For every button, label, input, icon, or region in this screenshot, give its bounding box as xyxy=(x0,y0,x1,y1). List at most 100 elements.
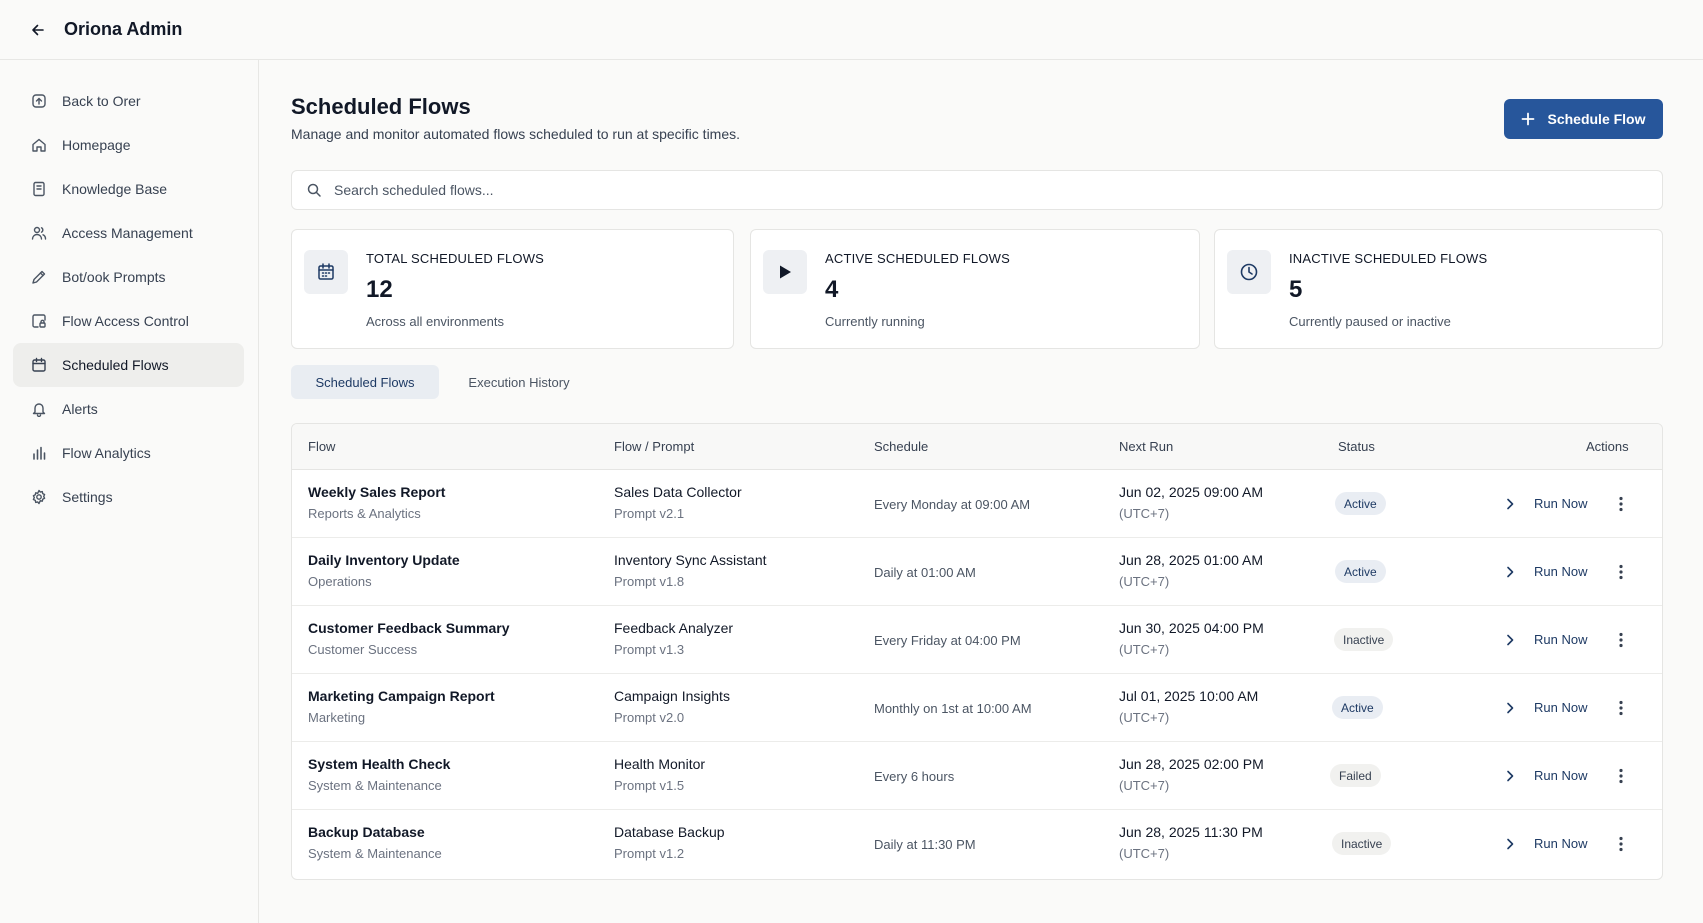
status-badge: Active xyxy=(1332,696,1383,719)
next-run-timezone: (UTC+7) xyxy=(1119,710,1170,725)
more-options-icon[interactable] xyxy=(1616,766,1626,786)
prompt-version: Prompt v1.5 xyxy=(614,778,685,793)
next-run-timezone: (UTC+7) xyxy=(1119,574,1170,589)
column-header-actions: Actions xyxy=(1586,439,1629,454)
status-badge: Active xyxy=(1335,492,1386,515)
tab-execution-history[interactable]: Execution History xyxy=(447,365,591,399)
prompt-version: Prompt v1.3 xyxy=(614,642,685,657)
sidebar: Back to Orer Homepage Knowledge Base Acc… xyxy=(0,60,259,923)
gear-icon xyxy=(30,488,48,506)
column-header-flow: Flow xyxy=(308,439,336,454)
column-header-next-run: Next Run xyxy=(1119,439,1174,454)
calendar-icon xyxy=(304,250,348,294)
chevron-right-icon[interactable] xyxy=(1502,563,1518,581)
top-bar: Oriona Admin xyxy=(0,0,1703,60)
run-now-button[interactable]: Run Now xyxy=(1534,768,1587,783)
schedule-flow-button[interactable]: Schedule Flow xyxy=(1504,99,1663,139)
stat-label: ACTIVE SCHEDULED FLOWS xyxy=(825,251,1010,266)
sidebar-item-flow-analytics[interactable]: Flow Analytics xyxy=(13,431,244,475)
column-header-status: Status xyxy=(1338,439,1375,454)
more-options-icon[interactable] xyxy=(1616,562,1626,582)
sidebar-item-label: Bot/ook Prompts xyxy=(62,269,166,285)
back-arrow-icon[interactable] xyxy=(28,20,48,40)
more-options-icon[interactable] xyxy=(1616,834,1626,854)
sidebar-item-flow-access-control[interactable]: Flow Access Control xyxy=(13,299,244,343)
sidebar-item-prompts[interactable]: Bot/ook Prompts xyxy=(13,255,244,299)
page-title: Scheduled Flows xyxy=(291,94,471,119)
more-options-icon[interactable] xyxy=(1616,630,1626,650)
next-run-timezone: (UTC+7) xyxy=(1119,846,1170,861)
chevron-right-icon[interactable] xyxy=(1502,835,1518,853)
flow-category: Reports & Analytics xyxy=(308,506,421,521)
next-run-date: Jun 30, 2025 04:00 PM xyxy=(1119,620,1264,636)
flow-category: System & Maintenance xyxy=(308,778,442,793)
sidebar-item-scheduled-flows[interactable]: Scheduled Flows xyxy=(13,343,244,387)
schedule-text: Daily at 01:00 AM xyxy=(874,565,976,580)
prompt-version: Prompt v2.0 xyxy=(614,710,685,725)
run-now-button[interactable]: Run Now xyxy=(1534,496,1587,511)
sidebar-item-back[interactable]: Back to Orer xyxy=(13,79,244,123)
stat-card-total: TOTAL SCHEDULED FLOWS 12 Across all envi… xyxy=(291,229,734,349)
run-now-button[interactable]: Run Now xyxy=(1534,700,1587,715)
run-now-button[interactable]: Run Now xyxy=(1534,836,1587,851)
sidebar-item-alerts[interactable]: Alerts xyxy=(13,387,244,431)
prompt-name: Sales Data Collector xyxy=(614,484,742,500)
back-box-icon xyxy=(30,92,48,110)
run-now-button[interactable]: Run Now xyxy=(1534,632,1587,647)
more-options-icon[interactable] xyxy=(1616,698,1626,718)
flow-name: System Health Check xyxy=(308,756,451,772)
stat-value: 5 xyxy=(1289,276,1303,303)
flow-lock-icon xyxy=(30,312,48,330)
stat-card-active: ACTIVE SCHEDULED FLOWS 4 Currently runni… xyxy=(750,229,1200,349)
status-badge: Failed xyxy=(1330,764,1381,787)
sidebar-item-homepage[interactable]: Homepage xyxy=(13,123,244,167)
schedule-text: Daily at 11:30 PM xyxy=(874,837,976,852)
tab-scheduled-flows[interactable]: Scheduled Flows xyxy=(291,365,439,399)
chevron-right-icon[interactable] xyxy=(1502,767,1518,785)
table-header: Flow Flow / Prompt Schedule Next Run Sta… xyxy=(292,424,1662,470)
table-row: Weekly Sales Report Reports & Analytics … xyxy=(292,470,1662,538)
column-header-flow-prompt: Flow / Prompt xyxy=(614,439,695,454)
chevron-right-icon[interactable] xyxy=(1502,631,1518,649)
stat-description: Across all environments xyxy=(366,314,504,329)
pen-icon xyxy=(30,268,48,286)
sidebar-item-knowledge-base[interactable]: Knowledge Base xyxy=(13,167,244,211)
prompt-name: Inventory Sync Assistant xyxy=(614,552,767,568)
flow-category: Marketing xyxy=(308,710,366,725)
play-icon xyxy=(763,250,807,294)
next-run-date: Jun 28, 2025 11:30 PM xyxy=(1119,824,1263,840)
sidebar-item-label: Settings xyxy=(62,489,113,505)
sidebar-item-label: Knowledge Base xyxy=(62,181,168,197)
search-input[interactable] xyxy=(334,182,1634,198)
page-subtitle: Manage and monitor automated flows sched… xyxy=(291,126,741,142)
table-row: Marketing Campaign Report Marketing Camp… xyxy=(292,674,1662,742)
prompt-name: Campaign Insights xyxy=(614,688,730,704)
next-run-timezone: (UTC+7) xyxy=(1119,506,1170,521)
column-header-schedule: Schedule xyxy=(874,439,929,454)
sidebar-item-settings[interactable]: Settings xyxy=(13,475,244,519)
next-run-timezone: (UTC+7) xyxy=(1119,778,1170,793)
prompt-version: Prompt v2.1 xyxy=(614,506,685,521)
schedule-flow-label: Schedule Flow xyxy=(1547,111,1646,127)
more-options-icon[interactable] xyxy=(1616,494,1626,514)
table-row: Customer Feedback Summary Customer Succe… xyxy=(292,606,1662,674)
next-run-date: Jul 01, 2025 10:00 AM xyxy=(1119,688,1259,704)
sidebar-item-access-management[interactable]: Access Management xyxy=(13,211,244,255)
schedule-text: Monthly on 1st at 10:00 AM xyxy=(874,701,1032,716)
search-icon xyxy=(306,182,322,198)
app-title: Oriona Admin xyxy=(64,19,183,39)
prompt-name: Database Backup xyxy=(614,824,725,840)
prompt-version: Prompt v1.8 xyxy=(614,574,685,589)
schedule-text: Every 6 hours xyxy=(874,769,955,784)
next-run-timezone: (UTC+7) xyxy=(1119,642,1170,657)
run-now-button[interactable]: Run Now xyxy=(1534,564,1587,579)
stat-description: Currently running xyxy=(825,314,925,329)
home-icon xyxy=(30,136,48,154)
chevron-right-icon[interactable] xyxy=(1502,699,1518,717)
plus-icon xyxy=(1521,112,1535,126)
flow-name: Marketing Campaign Report xyxy=(308,688,495,704)
status-badge: Inactive xyxy=(1334,628,1394,651)
chevron-right-icon[interactable] xyxy=(1502,495,1518,513)
sidebar-item-label: Alerts xyxy=(62,401,98,417)
bell-icon xyxy=(30,400,48,418)
